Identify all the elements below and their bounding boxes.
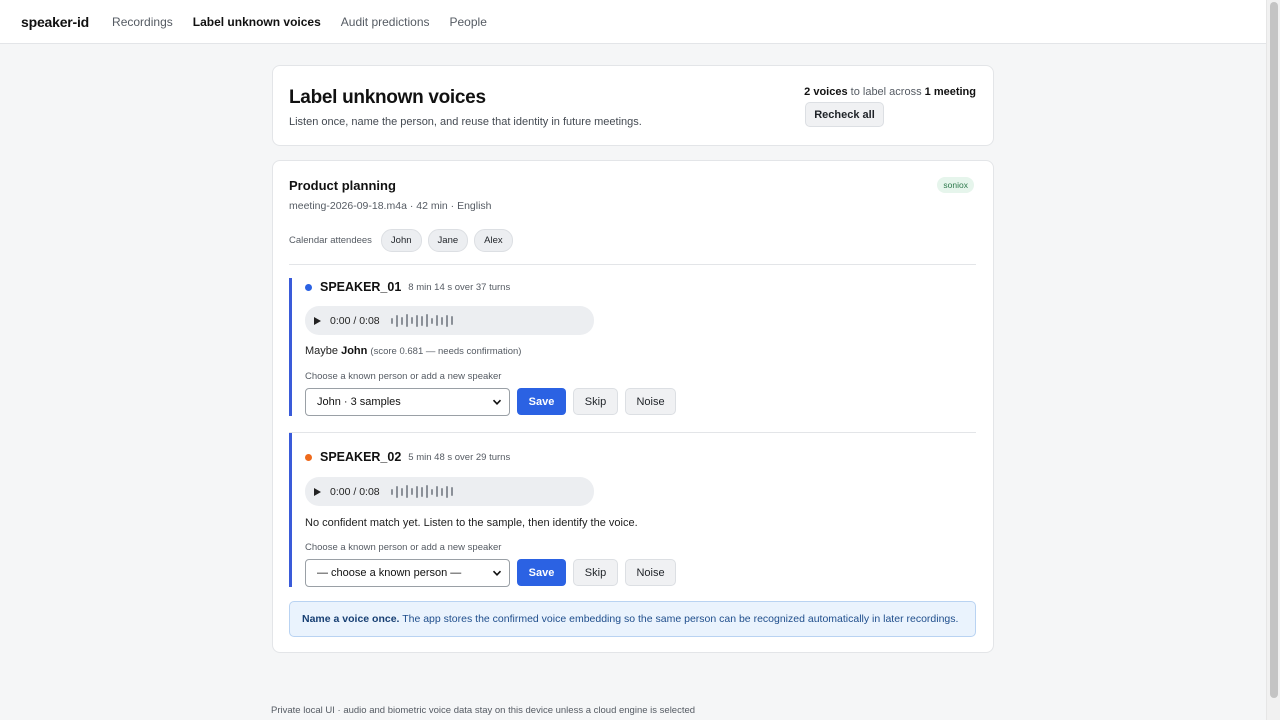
divider: [289, 264, 976, 265]
noise-button[interactable]: Noise: [625, 388, 676, 415]
waveform-icon: [390, 485, 456, 499]
header-card: Label unknown voices Listen once, name t…: [272, 65, 994, 146]
info-text: The app stores the confirmed voice embed…: [399, 613, 959, 625]
summary-mid-text: to label across: [847, 86, 925, 98]
chevron-down-icon: [492, 570, 502, 576]
save-button[interactable]: Save: [517, 559, 566, 586]
person-select[interactable]: — choose a known person —: [305, 559, 510, 587]
nav-recordings[interactable]: Recordings: [112, 15, 173, 29]
speaker-block-01: SPEAKER_01 8 min 14 s over 37 turns 0:00…: [289, 278, 976, 416]
skip-button[interactable]: Skip: [573, 559, 618, 586]
recheck-all-button[interactable]: Recheck all: [805, 102, 884, 127]
attendee-chip-alex[interactable]: Alex: [474, 229, 513, 252]
scrollbar-thumb[interactable]: [1270, 2, 1278, 698]
summary-voice-count: 2 voices: [804, 86, 848, 98]
save-button[interactable]: Save: [517, 388, 566, 415]
match-name: John: [341, 345, 368, 357]
page-subtitle: Listen once, name the person, and reuse …: [289, 116, 642, 128]
attendee-chip-john[interactable]: John: [380, 229, 422, 252]
nav-label-unknown-voices[interactable]: Label unknown voices: [193, 15, 321, 29]
speaker-name: SPEAKER_02: [320, 450, 402, 464]
skip-button[interactable]: Skip: [573, 388, 618, 415]
info-note: Name a voice once. The app stores the co…: [289, 601, 976, 637]
audio-player[interactable]: 0:00 / 0:08: [305, 306, 594, 335]
speaker-color-dot: [305, 283, 312, 291]
nav-people[interactable]: People: [450, 15, 487, 29]
label-summary: 2 voices to label across 1 meeting: [804, 86, 976, 98]
noise-button[interactable]: Noise: [625, 559, 676, 586]
page-title: Label unknown voices: [289, 87, 486, 108]
waveform-icon: [390, 314, 456, 328]
meeting-card: Product planning meeting-2026-09-18.m4a …: [272, 160, 994, 653]
match-suggestion: Maybe John (score 0.681 — needs confirma…: [305, 345, 521, 357]
top-nav: speaker-id Recordings Label unknown voic…: [0, 0, 1266, 44]
select-value: — choose a known person —: [317, 567, 462, 579]
audio-time: 0:00 / 0:08: [330, 314, 380, 327]
audio-time: 0:00 / 0:08: [330, 485, 380, 498]
brand-logo[interactable]: speaker-id: [21, 14, 89, 30]
engine-badge: soniox: [937, 177, 974, 193]
speaker-header: SPEAKER_01 8 min 14 s over 37 turns: [305, 280, 510, 294]
summary-meeting-count: 1 meeting: [924, 86, 976, 98]
scrollbar[interactable]: [1266, 0, 1280, 720]
choose-person-label: Choose a known person or add a new speak…: [305, 542, 502, 553]
attendee-chip-jane[interactable]: Jane: [427, 229, 469, 252]
speaker-name: SPEAKER_01: [320, 280, 402, 294]
speaker-block-02: SPEAKER_02 5 min 48 s over 29 turns 0:00…: [289, 433, 976, 587]
calendar-attendees: Calendar attendees John Jane Alex: [289, 229, 519, 252]
speaker-stats: 5 min 48 s over 29 turns: [408, 451, 511, 463]
no-match-message: No confident match yet. Listen to the sa…: [305, 517, 638, 529]
choose-person-label: Choose a known person or add a new speak…: [305, 371, 502, 382]
chevron-down-icon: [492, 399, 502, 405]
play-icon[interactable]: [314, 316, 321, 325]
speaker-stats: 8 min 14 s over 37 turns: [408, 281, 511, 293]
nav-audit-predictions[interactable]: Audit predictions: [341, 15, 430, 29]
footer-privacy-note: Private local UI · audio and biometric v…: [271, 705, 696, 716]
match-score: (score 0.681 — needs confirmation): [370, 346, 522, 357]
person-select[interactable]: John · 3 samples: [305, 388, 510, 416]
select-value: John · 3 samples: [317, 396, 401, 408]
attendees-label: Calendar attendees: [289, 235, 372, 246]
info-bold: Name a voice once.: [302, 613, 400, 625]
meeting-title: Product planning: [289, 178, 396, 193]
meeting-meta: meeting-2026-09-18.m4a · 42 min · Englis…: [289, 200, 492, 212]
speaker-header: SPEAKER_02 5 min 48 s over 29 turns: [305, 450, 510, 464]
audio-player[interactable]: 0:00 / 0:08: [305, 477, 594, 506]
speaker-color-dot: [305, 453, 312, 461]
match-prefix: Maybe: [305, 345, 342, 357]
play-icon[interactable]: [314, 487, 321, 496]
